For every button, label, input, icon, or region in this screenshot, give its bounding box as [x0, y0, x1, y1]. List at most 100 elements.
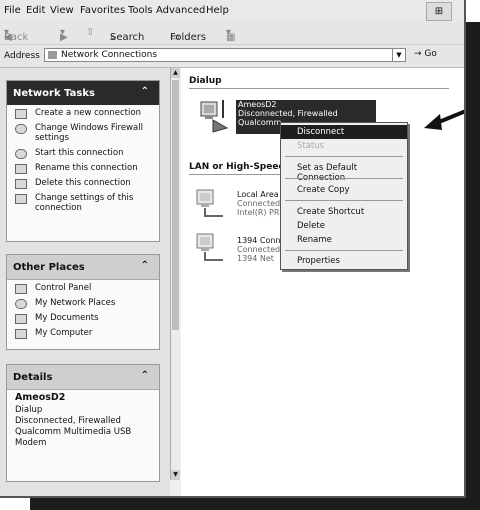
start-icon — [15, 149, 27, 159]
firewire-connection-item[interactable]: 1394 Conn Connected 1394 Net — [237, 236, 281, 263]
settings-icon — [15, 194, 27, 204]
new-connection-icon — [15, 109, 27, 119]
place-my-computer[interactable]: My Computer — [13, 328, 155, 339]
network-tasks-title: Network Tasks — [13, 88, 95, 99]
menu-advanced[interactable]: Advanced — [156, 5, 205, 16]
scroll-thumb[interactable] — [172, 80, 179, 330]
firewall-icon — [15, 124, 27, 134]
scroll-up-icon[interactable]: ▲ — [171, 68, 180, 78]
explorer-window: File Edit View Favorites Tools Advanced … — [0, 0, 466, 498]
context-menu: Disconnect Status Set as Default Connect… — [280, 122, 408, 270]
details-title: Details — [13, 372, 53, 383]
frame-shadow-right — [465, 22, 480, 510]
dialup-connection-icon[interactable] — [199, 98, 231, 134]
frame-shadow-bottom — [30, 498, 480, 510]
details-type: Dialup — [15, 405, 43, 415]
menu-item-create-shortcut[interactable]: Create Shortcut — [281, 205, 407, 219]
task-change-settings[interactable]: Change settings of this connection — [13, 193, 155, 213]
group-divider — [189, 174, 285, 175]
address-bar: Address Network Connections ▼ → Go — [0, 45, 464, 68]
network-tasks-header[interactable]: Network Tasks ⌃ — [7, 81, 159, 105]
details-device: Qualcomm Multimedia USB Modem — [15, 427, 132, 448]
address-input[interactable]: Network Connections ▼ — [44, 48, 406, 62]
task-pane: Network Tasks ⌃ Create a new connection … — [0, 68, 170, 496]
menu-favorites[interactable]: Favorites — [80, 5, 125, 16]
menu-item-delete[interactable]: Delete — [281, 219, 407, 233]
firewire-connection-status: Connected — [237, 245, 281, 254]
forward-arrow-icon: ▶ — [60, 32, 68, 43]
lan-connection-status: Connected — [237, 199, 281, 208]
dialup-connection-status: Disconnected, Firewalled — [238, 109, 338, 118]
go-button[interactable]: → Go — [414, 49, 437, 59]
address-value: Network Connections — [61, 50, 158, 60]
network-places-icon — [15, 299, 27, 309]
computer-icon — [15, 329, 27, 339]
delete-icon — [15, 179, 27, 189]
up-folder-icon[interactable]: ⇧ — [86, 27, 94, 38]
menu-item-create-copy[interactable]: Create Copy — [281, 183, 407, 197]
menu-bar: File Edit View Favorites Tools Advanced … — [0, 0, 464, 23]
collapse-icon[interactable]: ⌃ — [141, 370, 149, 381]
address-label: Address — [4, 51, 40, 61]
task-firewall-settings[interactable]: Change Windows Firewall settings — [13, 123, 155, 143]
group-lan-header: LAN or High-Speed — [189, 162, 285, 172]
rename-icon — [15, 164, 27, 174]
lan-connection-device: Intel(R) PR — [237, 208, 280, 217]
place-my-network-places[interactable]: My Network Places — [13, 298, 155, 309]
forward-button[interactable]: ▶ ▾ — [60, 27, 68, 43]
callout-arrow-icon — [424, 109, 464, 130]
vertical-scrollbar[interactable]: ▲ ▼ — [170, 68, 180, 480]
menu-item-disconnect[interactable]: Disconnect — [281, 125, 407, 139]
menu-edit[interactable]: Edit — [26, 5, 45, 16]
menu-file[interactable]: File — [4, 5, 21, 16]
task-rename-connection[interactable]: Rename this connection — [13, 163, 155, 174]
other-places-header[interactable]: Other Places ⌃ — [7, 255, 159, 280]
details-header[interactable]: Details ⌃ — [7, 365, 159, 390]
network-tasks-panel: Network Tasks ⌃ Create a new connection … — [6, 80, 160, 242]
documents-icon — [15, 314, 27, 324]
chevron-down-icon[interactable]: ▼ — [392, 49, 405, 61]
windows-logo-icon: ⊞ — [426, 2, 452, 21]
scroll-down-icon[interactable]: ▼ — [171, 470, 180, 480]
task-delete-connection[interactable]: Delete this connection — [13, 178, 155, 189]
dialup-connection-name: AmeosD2 — [238, 100, 277, 109]
group-divider — [189, 88, 449, 89]
place-my-documents[interactable]: My Documents — [13, 313, 155, 324]
firewire-connection-device: 1394 Net — [237, 254, 274, 263]
firewire-connection-name: 1394 Conn — [237, 236, 281, 245]
details-panel: Details ⌃ AmeosD2 Dialup Disconnected, F… — [6, 364, 160, 482]
task-start-connection[interactable]: Start this connection — [13, 148, 155, 159]
menu-separator — [285, 200, 403, 201]
firewire-connection-icon[interactable] — [195, 230, 227, 266]
menu-view[interactable]: View — [50, 5, 74, 16]
back-button[interactable]: ◀ Back ▾ — [4, 27, 28, 43]
go-arrow-icon: → — [414, 49, 425, 59]
details-status: Disconnected, Firewalled — [15, 416, 121, 426]
menu-help[interactable]: Help — [206, 5, 229, 16]
menu-separator — [285, 178, 403, 179]
details-body: AmeosD2 Dialup Disconnected, Firewalled … — [7, 390, 159, 451]
other-places-panel: Other Places ⌃ Control Panel My Network … — [6, 254, 160, 350]
place-control-panel[interactable]: Control Panel — [13, 283, 155, 294]
views-icon: ▦ — [226, 32, 236, 43]
collapse-icon[interactable]: ⌃ — [141, 260, 149, 271]
lan-connection-name: Local Area — [237, 190, 279, 199]
control-panel-icon — [15, 284, 27, 294]
collapse-icon[interactable]: ⌃ — [141, 86, 149, 97]
network-folder-icon — [48, 51, 57, 59]
task-create-connection[interactable]: Create a new connection — [13, 108, 155, 119]
lan-connection-icon[interactable] — [195, 186, 227, 222]
group-dialup-header: Dialup — [189, 76, 222, 86]
menu-item-set-default[interactable]: Set as Default Connection — [281, 161, 407, 183]
views-button[interactable]: ▦ ▾ — [226, 27, 235, 43]
other-places-title: Other Places — [13, 262, 85, 273]
menu-item-rename[interactable]: Rename — [281, 233, 407, 247]
menu-separator — [285, 250, 403, 251]
menu-separator — [285, 156, 403, 157]
menu-item-status[interactable]: Status — [281, 139, 407, 153]
lan-connection-item[interactable]: Local Area Connected Intel(R) PR — [237, 190, 280, 217]
details-name: AmeosD2 — [15, 392, 66, 403]
toolbar: ◀ Back ▾ ▶ ▾ ⇧ ⌕ Search ▭ Folders ▦ ▾ — [0, 22, 464, 45]
menu-tools[interactable]: Tools — [128, 5, 153, 16]
menu-item-properties[interactable]: Properties — [281, 254, 407, 268]
